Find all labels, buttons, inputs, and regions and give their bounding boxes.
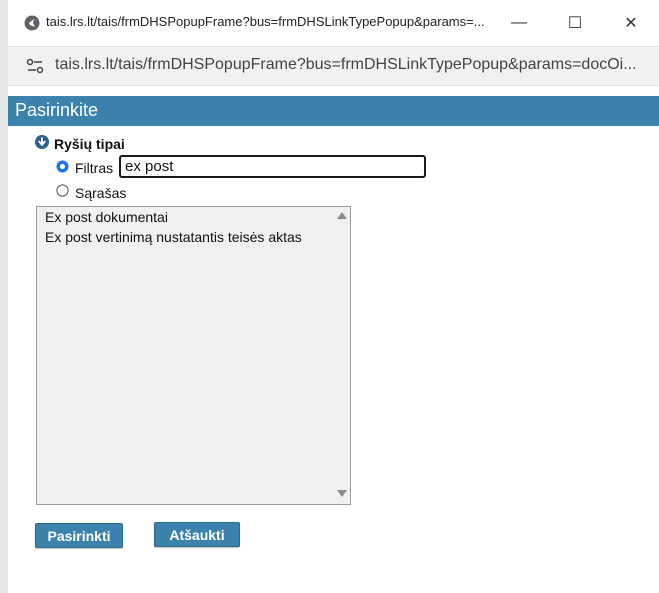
minimize-button[interactable]: — [499,8,539,38]
list-item[interactable]: Ex post dokumentai [37,207,334,227]
listbox-items: Ex post dokumentai Ex post vertinimą nus… [37,207,334,247]
section-title: Ryšių tipai [54,136,125,152]
radio-filtras-label[interactable]: Filtras [75,160,113,176]
address-bar[interactable]: tais.lrs.lt/tais/frmDHSPopupFrame?bus=fr… [8,46,659,86]
popup-window: tais.lrs.lt/tais/frmDHSPopupFrame?bus=fr… [8,0,659,593]
radio-sarasas-label[interactable]: Sąrašas [75,185,126,201]
scroll-up-icon[interactable] [337,212,347,219]
url-text[interactable]: tais.lrs.lt/tais/frmDHSPopupFrame?bus=fr… [55,56,637,74]
maximize-button[interactable]: ☐ [555,8,595,38]
site-icon [24,15,40,31]
window-title: tais.lrs.lt/tais/frmDHSPopupFrame?bus=fr… [46,14,485,29]
close-icon: ✕ [624,15,638,32]
select-button[interactable]: Pasirinkti [35,523,123,548]
close-button[interactable]: ✕ [611,8,651,38]
site-info-icon[interactable] [26,58,44,74]
page-header: Pasirinkite [8,96,659,126]
page-title: Pasirinkite [15,100,99,120]
listbox-scrollbar[interactable] [334,207,350,504]
maximize-icon: ☐ [567,15,583,32]
title-bar: tais.lrs.lt/tais/frmDHSPopupFrame?bus=fr… [8,0,659,46]
link-type-listbox[interactable]: Ex post dokumentai Ex post vertinimą nus… [36,206,351,505]
collapse-arrow-icon[interactable] [35,135,49,149]
minimize-icon: — [511,14,527,31]
filter-input[interactable] [119,155,426,178]
radio-sarasas[interactable] [56,184,69,197]
cancel-button[interactable]: Atšaukti [154,522,240,547]
scroll-down-icon[interactable] [337,490,347,497]
radio-filtras[interactable] [56,160,69,173]
list-item[interactable]: Ex post vertinimą nustatantis teisės akt… [37,227,334,247]
background-window-edge [0,0,8,593]
